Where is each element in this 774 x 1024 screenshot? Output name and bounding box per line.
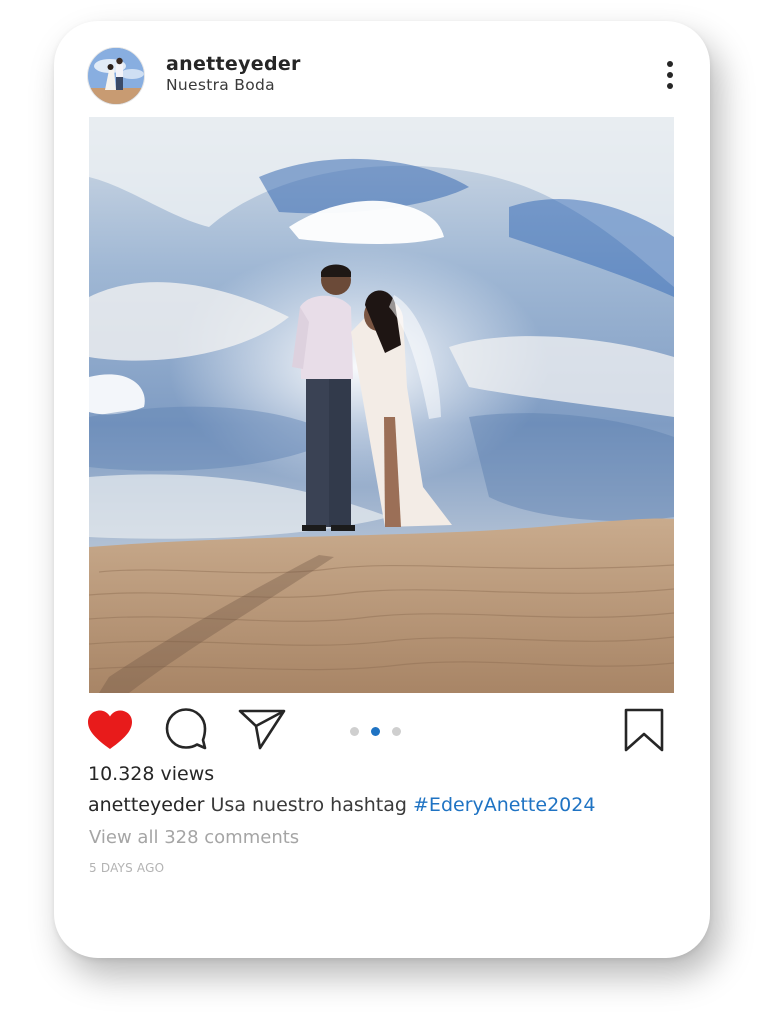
- carousel-dot-active[interactable]: [371, 727, 380, 736]
- view-all-comments-link[interactable]: View all 328 comments: [89, 827, 299, 848]
- carousel-indicator: [350, 727, 410, 737]
- post-photo[interactable]: [89, 117, 674, 693]
- carousel-dot[interactable]: [392, 727, 401, 736]
- avatar[interactable]: [87, 47, 145, 105]
- post-card: anetteyeder Nuestra Boda 10.328 views an…: [54, 21, 710, 958]
- carousel-dot[interactable]: [350, 727, 359, 736]
- like-heart-icon[interactable]: [86, 709, 134, 753]
- caption-hashtag-link[interactable]: #EderyAnette2024: [413, 794, 595, 816]
- more-options-icon[interactable]: [660, 59, 680, 91]
- post-actions: [54, 703, 710, 755]
- post-header: anetteyeder Nuestra Boda: [54, 21, 710, 117]
- views-count: 10.328 views: [88, 763, 215, 785]
- location-label[interactable]: Nuestra Boda: [166, 76, 275, 94]
- caption-username[interactable]: anetteyeder: [88, 794, 204, 816]
- post-age: 5 DAYS AGO: [89, 861, 165, 875]
- post-caption: anetteyeder Usa nuestro hashtag #EderyAn…: [88, 794, 595, 816]
- caption-text: Usa nuestro hashtag: [210, 794, 407, 816]
- bookmark-icon[interactable]: [623, 707, 665, 753]
- username[interactable]: anetteyeder: [166, 53, 301, 75]
- share-paper-plane-icon[interactable]: [237, 707, 287, 751]
- comment-bubble-icon[interactable]: [164, 706, 208, 750]
